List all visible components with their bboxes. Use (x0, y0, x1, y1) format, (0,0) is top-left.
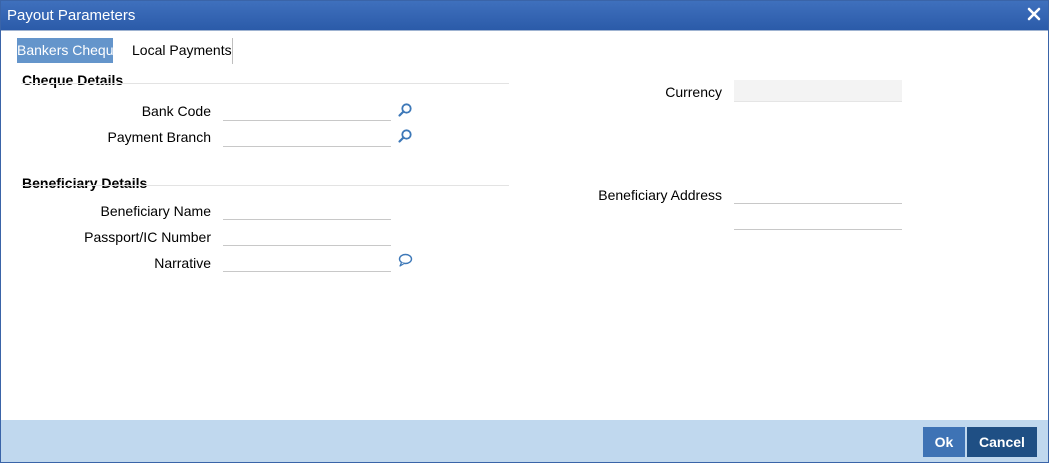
cheque-details-heading: Cheque Details (22, 72, 124, 88)
beneficiary-address-line1-input[interactable] (734, 183, 902, 204)
payout-parameters-dialog: Payout Parameters Bankers Cheque Local P… (0, 0, 1049, 463)
beneficiary-address-label: Beneficiary Address (598, 187, 722, 203)
passport-ic-number-input[interactable] (223, 225, 391, 246)
tab-bankers-cheque[interactable]: Bankers Cheque (17, 38, 121, 63)
currency-label: Currency (665, 84, 722, 100)
beneficiary-address-line2-input[interactable] (734, 209, 902, 230)
currency-field (734, 80, 902, 102)
beneficiary-name-label: Beneficiary Name (100, 203, 212, 219)
narrative-input[interactable] (223, 251, 391, 272)
bank-code-input[interactable] (223, 100, 391, 121)
close-icon[interactable] (1026, 6, 1042, 22)
dialog-footer: Ok Cancel (1, 420, 1048, 462)
payment-branch-lookup-magnifier-icon[interactable] (397, 128, 413, 144)
bank-code-lookup-magnifier-icon[interactable] (397, 102, 413, 118)
passport-ic-number-label: Passport/IC Number (84, 229, 211, 245)
beneficiary-details-divider (21, 185, 509, 186)
title-bar: Payout Parameters (1, 1, 1048, 31)
payment-branch-input[interactable] (223, 126, 391, 147)
beneficiary-name-input[interactable] (223, 199, 391, 220)
beneficiary-details-heading: Beneficiary Details (22, 175, 148, 191)
narrative-speech-bubble-icon[interactable] (397, 252, 413, 268)
narrative-label: Narrative (154, 255, 211, 271)
cancel-button[interactable]: Cancel (967, 427, 1037, 457)
bank-code-label: Bank Code (141, 103, 211, 119)
tab-local-payments[interactable]: Local Payments (127, 38, 237, 63)
ok-button[interactable]: Ok (923, 427, 965, 457)
tab-divider (232, 38, 233, 64)
cheque-details-divider (21, 83, 509, 84)
window-title: Payout Parameters (7, 7, 136, 24)
payment-branch-label: Payment Branch (107, 129, 212, 145)
